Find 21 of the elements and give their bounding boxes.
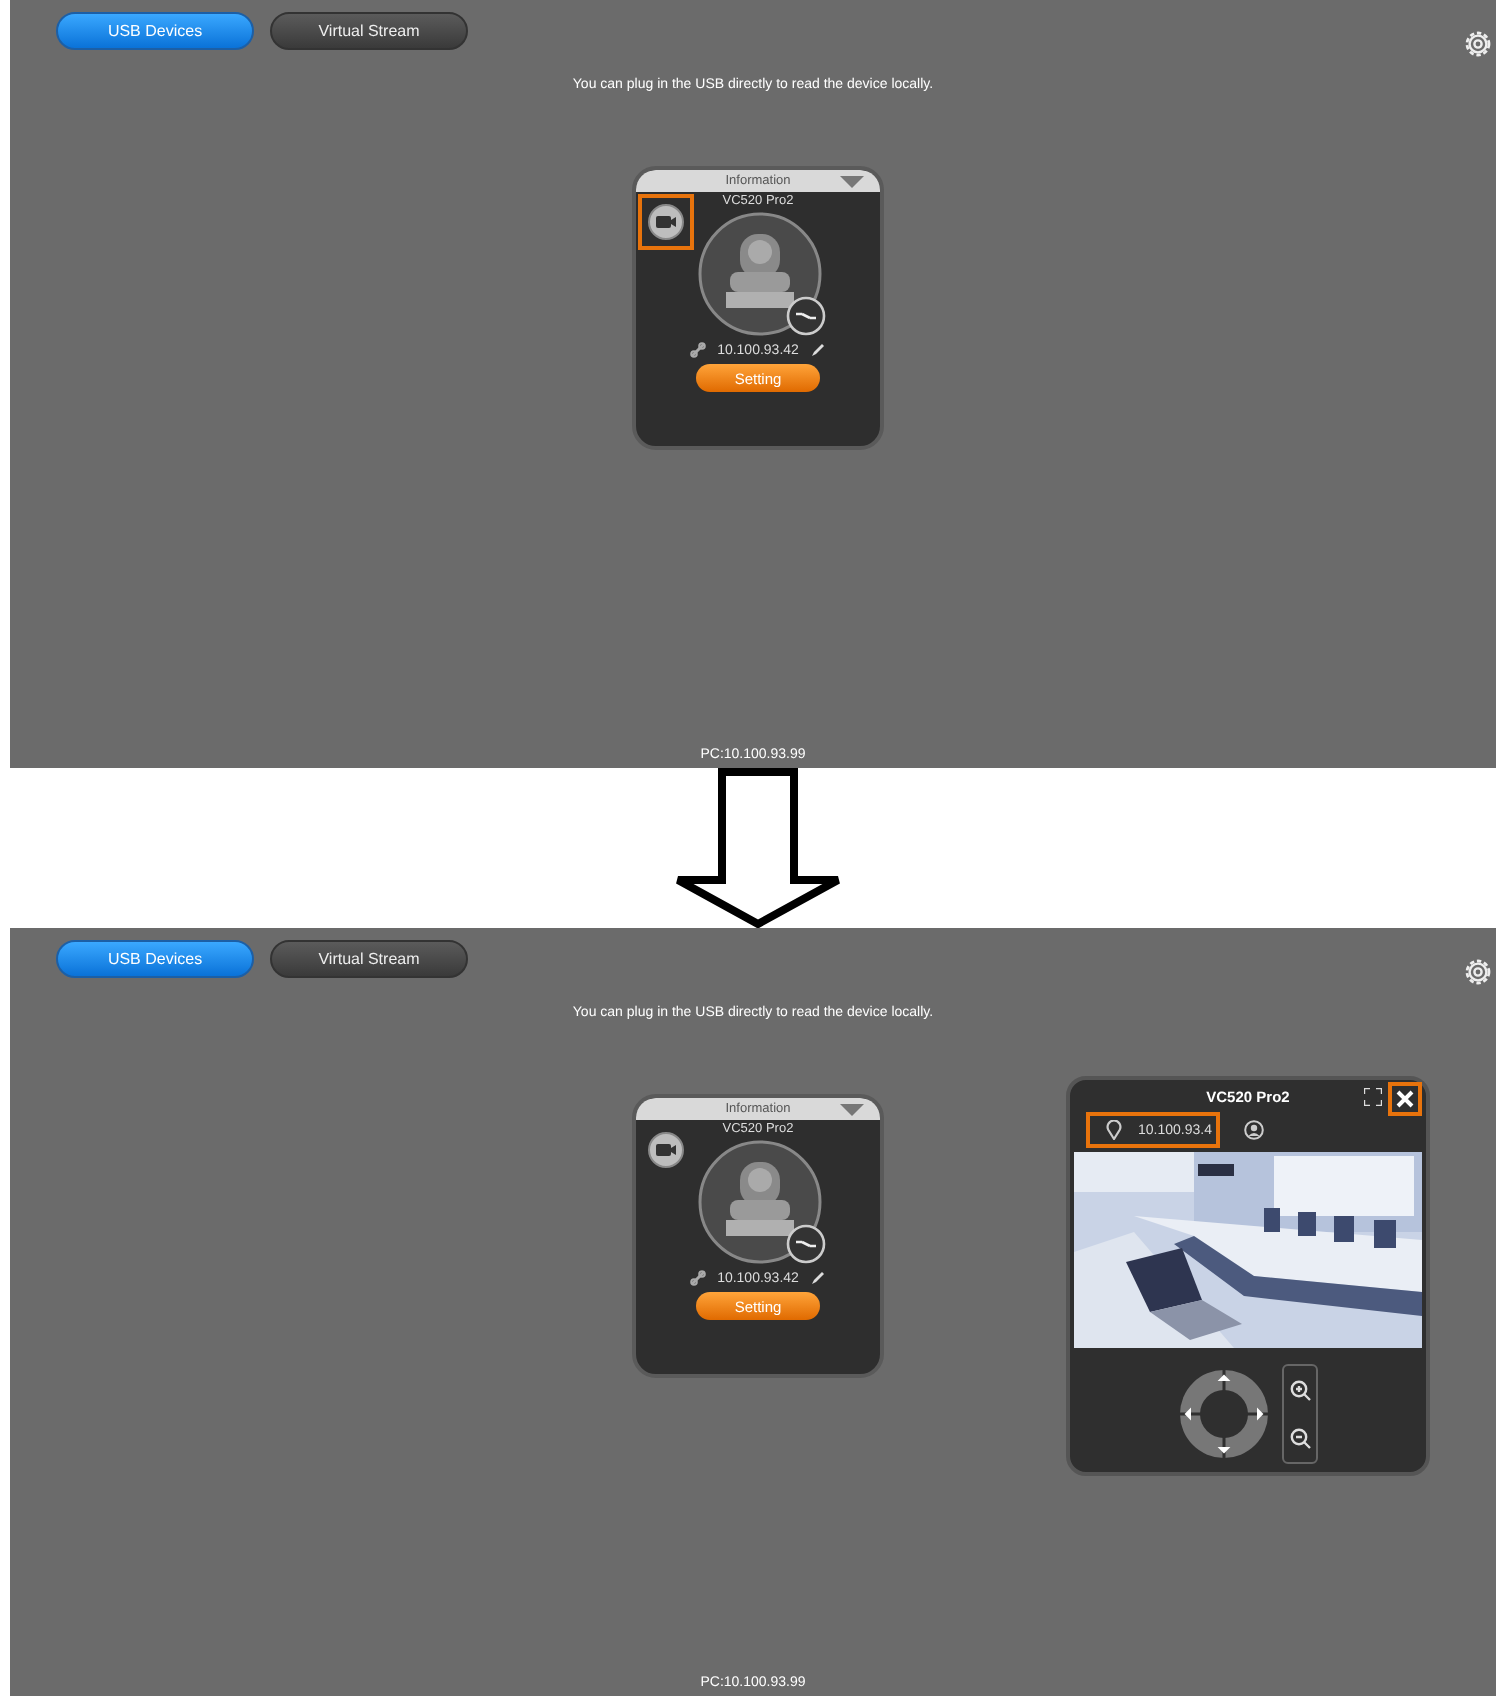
- location-pin-icon: [1106, 1120, 1122, 1140]
- tab[interactable]: Virtual Stream: [270, 940, 468, 978]
- video-camera-icon[interactable]: [648, 204, 684, 240]
- user-icon[interactable]: [1243, 1120, 1264, 1140]
- dropdown-icon: [840, 1104, 864, 1116]
- video-camera-icon[interactable]: [648, 1132, 684, 1168]
- tab[interactable]: Virtual Stream: [270, 12, 468, 50]
- tab[interactable]: USB Devices: [56, 12, 254, 50]
- close-icon[interactable]: [1396, 1090, 1414, 1108]
- zoom-out-icon[interactable]: [1289, 1427, 1311, 1449]
- settings-icon[interactable]: [1462, 956, 1494, 988]
- link-icon: [689, 1270, 706, 1286]
- pencil-icon[interactable]: [810, 342, 827, 358]
- settings-icon[interactable]: [1462, 28, 1494, 60]
- link-icon: [689, 342, 706, 358]
- zoom-in-icon[interactable]: [1289, 1379, 1311, 1401]
- tab[interactable]: USB Devices: [56, 940, 254, 978]
- pan-tilt-control[interactable]: [1178, 1368, 1270, 1460]
- dropdown-icon: [840, 176, 864, 188]
- pencil-icon[interactable]: [810, 1270, 827, 1286]
- fullscreen-icon[interactable]: [1364, 1088, 1382, 1106]
